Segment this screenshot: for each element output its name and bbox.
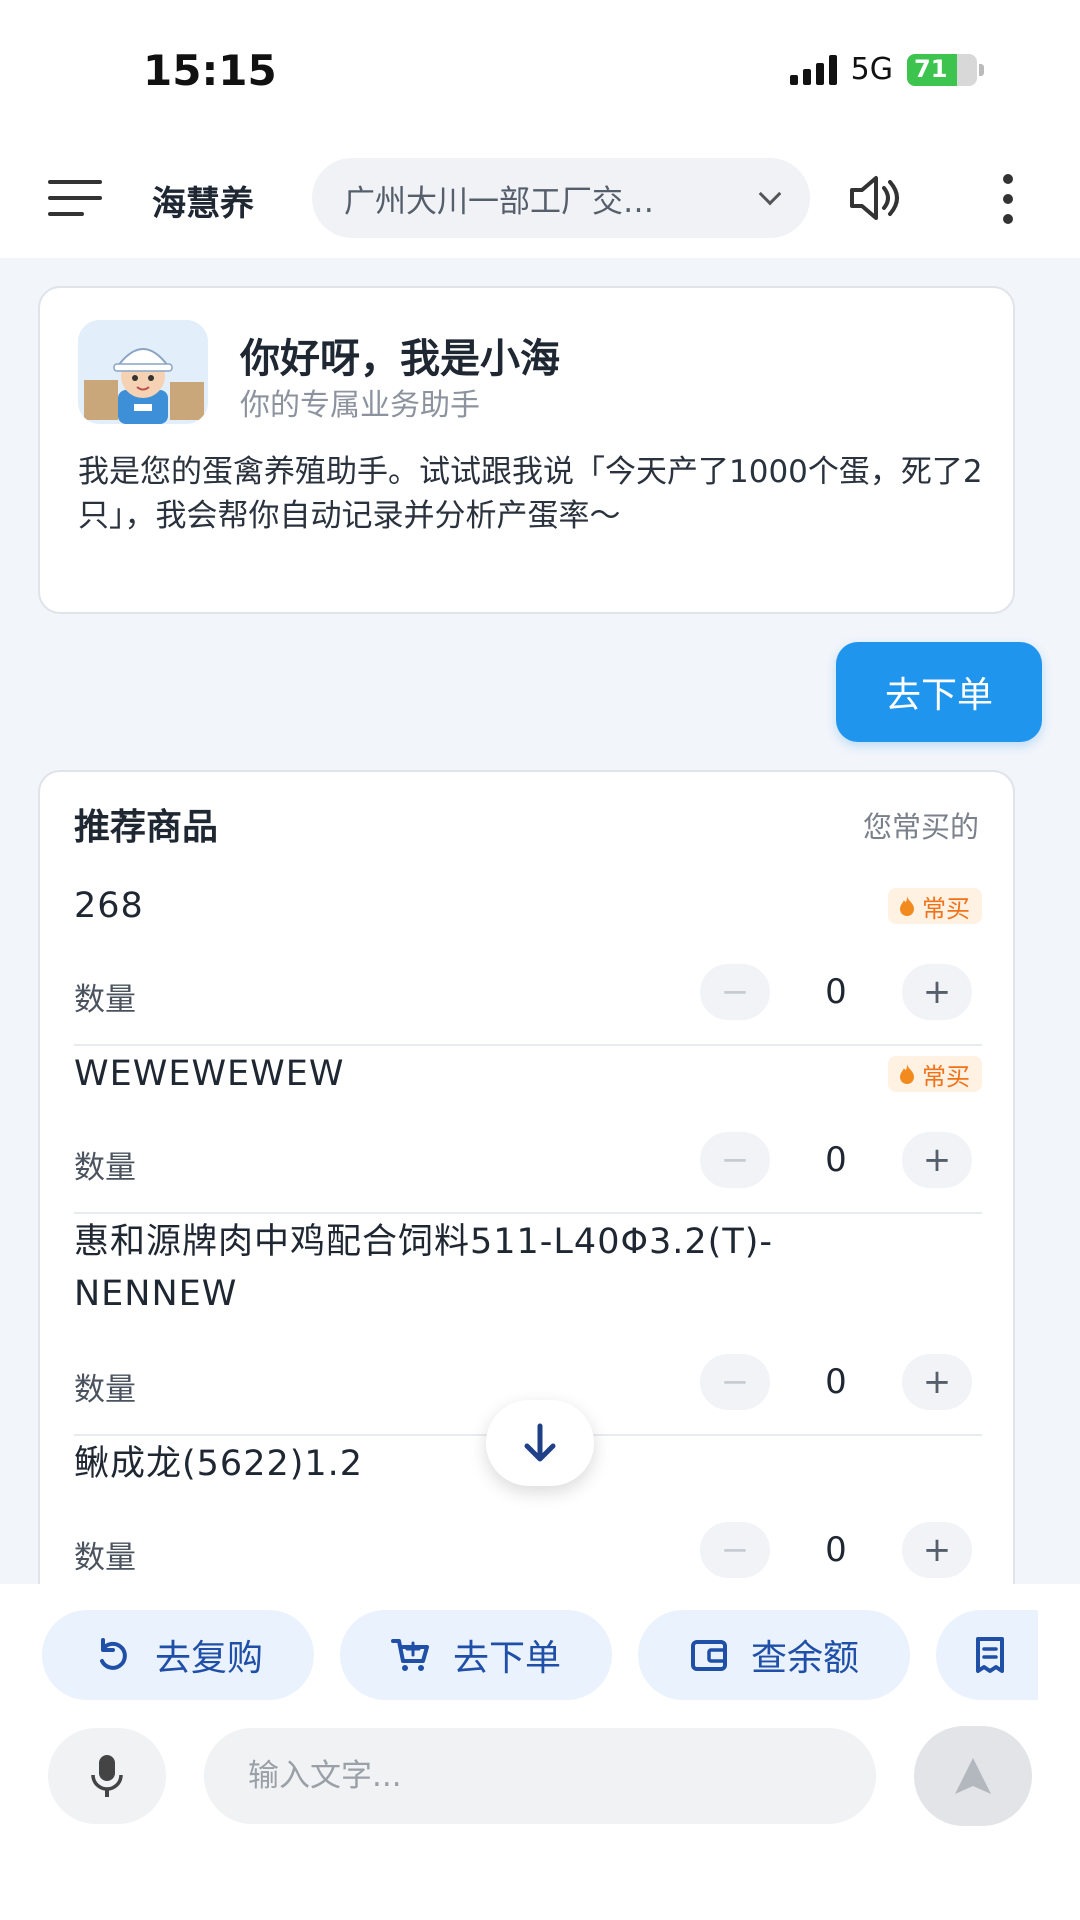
app-header: 海慧养 广州大川一部工厂交…	[0, 140, 1080, 258]
quick-actions: 去复购 去下单 查余额	[42, 1610, 1038, 1700]
quantity-label: 数量	[74, 1540, 136, 1576]
frequent-badge-label: 常买	[922, 1062, 970, 1091]
greeting-title: 你好呀，我是小海	[240, 336, 560, 382]
quantity-stepper: − 0 +	[700, 964, 972, 1020]
send-button[interactable]	[914, 1726, 1032, 1826]
menu-icon[interactable]	[48, 180, 102, 220]
quick-action-label: 去下单	[452, 1638, 561, 1679]
microphone-icon	[91, 1755, 123, 1797]
battery-tip	[979, 63, 984, 76]
receipt-icon	[976, 1637, 1004, 1673]
decrease-button[interactable]: −	[700, 1522, 770, 1578]
increase-button[interactable]: +	[902, 964, 972, 1020]
greeting-card: 你好呀，我是小海 你的专属业务助手 我是您的蛋禽养殖助手。试试跟我说「今天产了1…	[38, 286, 1015, 614]
network-type: 5G	[850, 52, 893, 87]
voice-input-button[interactable]	[48, 1728, 166, 1824]
increase-button[interactable]: +	[902, 1132, 972, 1188]
product-name: 惠和源牌肉中鸡配合饲料511-L40Φ3.2(T)-NENNEW	[74, 1222, 773, 1314]
greeting-body: 我是您的蛋禽养殖助手。试试跟我说「今天产了1000个蛋，死了2只」，我会帮你自动…	[78, 454, 983, 534]
product-item: 268 常买 数量 − 0 +	[74, 880, 982, 1046]
app-title: 海慧养	[152, 184, 254, 224]
product-item: 惠和源牌肉中鸡配合饲料511-L40Φ3.2(T)-NENNEW 数量 − 0 …	[74, 1216, 982, 1436]
scroll-to-bottom-button[interactable]	[486, 1400, 594, 1486]
recommend-card: 推荐商品 您常买的 268 常买 数量 − 0 + WEWEWEWEW 常买 数…	[38, 770, 1015, 1670]
product-name: 268	[74, 886, 144, 926]
frequent-badge: 常买	[888, 1056, 982, 1092]
bottom-bar: 去复购 去下单 查余额	[0, 1584, 1080, 1920]
status-bar: 15:15 5G 71	[0, 0, 1080, 140]
decrease-button[interactable]: −	[700, 964, 770, 1020]
quick-action-label: 去复购	[154, 1638, 263, 1679]
recommend-title: 推荐商品	[74, 807, 219, 848]
quantity-label: 数量	[74, 982, 136, 1018]
quantity-row: 数量 − 0 +	[74, 1132, 982, 1188]
product-item: WEWEWEWEW 常买 数量 − 0 +	[74, 1048, 982, 1214]
quick-action-repurchase[interactable]: 去复购	[42, 1610, 314, 1700]
quantity-value: 0	[825, 1530, 847, 1570]
signal-icon	[789, 54, 837, 85]
recommend-hint: 您常买的	[862, 810, 979, 844]
arrow-down-icon	[524, 1423, 556, 1462]
battery-percent: 71	[914, 54, 948, 83]
increase-button[interactable]: +	[902, 1522, 972, 1578]
frequent-badge: 常买	[888, 888, 982, 924]
divider	[74, 1212, 982, 1214]
quantity-value: 0	[825, 1140, 847, 1180]
quantity-stepper: − 0 +	[700, 1354, 972, 1410]
product-name: WEWEWEWEW	[74, 1054, 345, 1094]
cart-icon	[390, 1639, 429, 1671]
battery-icon: 71	[907, 53, 977, 86]
frequent-badge-label: 常买	[922, 894, 970, 923]
quick-action-order[interactable]: 去下单	[340, 1610, 612, 1700]
flame-icon	[900, 896, 914, 916]
farm-selector-value: 广州大川一部工厂交…	[344, 183, 654, 220]
assistant-avatar	[78, 320, 208, 424]
assistant-avatar-illustration	[78, 320, 208, 424]
status-time: 15:15	[143, 46, 277, 95]
quantity-value: 0	[825, 1362, 847, 1402]
quantity-label: 数量	[74, 1150, 136, 1186]
quantity-stepper: − 0 +	[700, 1522, 972, 1578]
wallet-icon	[690, 1640, 727, 1671]
quick-action-more[interactable]	[936, 1610, 1038, 1700]
flame-icon	[900, 1064, 914, 1084]
quick-action-balance[interactable]: 查余额	[638, 1610, 910, 1700]
speaker-icon[interactable]	[846, 170, 902, 226]
quantity-value: 0	[825, 972, 847, 1012]
refresh-icon	[99, 1638, 127, 1670]
quantity-row: 数量 − 0 +	[74, 964, 982, 1020]
divider	[74, 1044, 982, 1046]
decrease-button[interactable]: −	[700, 1132, 770, 1188]
quantity-stepper: − 0 +	[700, 1132, 972, 1188]
message-input[interactable]	[204, 1728, 876, 1824]
farm-selector[interactable]: 广州大川一部工厂交…	[312, 158, 810, 238]
decrease-button[interactable]: −	[700, 1354, 770, 1410]
chevron-down-icon	[758, 182, 782, 206]
more-vertical-icon[interactable]	[1000, 174, 1016, 224]
quantity-row: 数量 − 0 +	[74, 1522, 982, 1578]
greeting-subtitle: 你的专属业务助手	[240, 388, 480, 423]
input-row	[0, 1726, 1080, 1826]
status-indicators: 5G 71	[789, 52, 984, 87]
quantity-label: 数量	[74, 1372, 136, 1408]
send-icon	[955, 1758, 991, 1794]
quick-action-label: 查余额	[750, 1638, 859, 1679]
user-message-bubble: 去下单	[836, 642, 1042, 742]
increase-button[interactable]: +	[902, 1354, 972, 1410]
